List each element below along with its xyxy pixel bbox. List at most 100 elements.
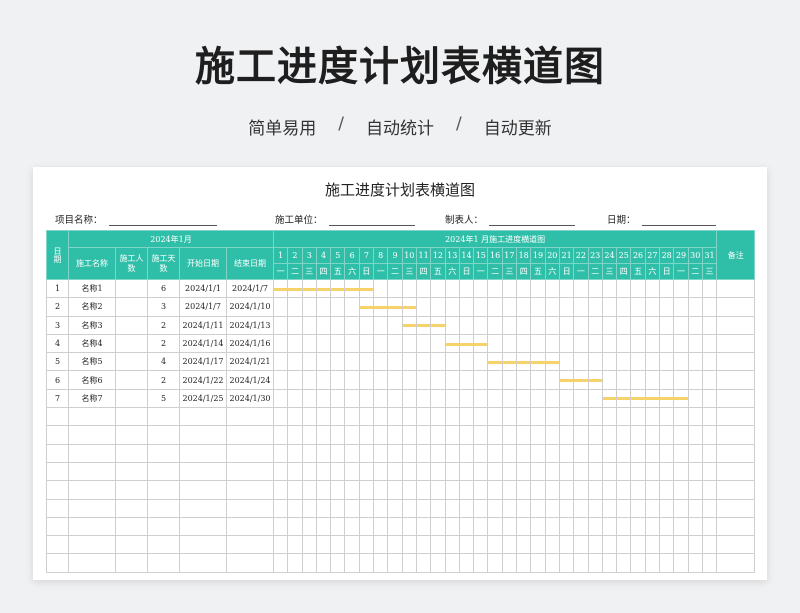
empty-cell[interactable] [430, 553, 446, 573]
remark-cell[interactable] [716, 315, 756, 335]
gantt-day-cell[interactable] [601, 333, 618, 354]
empty-cell[interactable] [616, 407, 632, 427]
empty-cell[interactable] [179, 535, 227, 555]
empty-cell[interactable] [673, 480, 689, 500]
empty-cell[interactable] [587, 516, 603, 537]
empty-cell[interactable] [179, 553, 227, 573]
empty-cell[interactable] [444, 480, 460, 500]
date-input[interactable] [641, 215, 716, 226]
gantt-day-cell[interactable] [401, 370, 417, 390]
empty-cell[interactable] [573, 516, 589, 537]
gantt-day-cell[interactable] [301, 333, 317, 354]
empty-cell[interactable] [544, 480, 560, 500]
gantt-day-cell[interactable] [315, 388, 332, 409]
gantt-day-cell[interactable] [444, 315, 460, 335]
empty-cell[interactable] [226, 425, 274, 445]
empty-cell[interactable] [344, 461, 360, 482]
empty-cell[interactable] [501, 407, 518, 427]
empty-cell[interactable] [430, 407, 446, 427]
empty-cell[interactable] [358, 516, 375, 537]
empty-cell[interactable] [330, 498, 346, 518]
empty-row[interactable] [46, 480, 756, 500]
empty-cell[interactable] [473, 480, 489, 500]
gantt-day-cell[interactable] [373, 315, 389, 335]
empty-cell[interactable] [487, 425, 503, 445]
empty-cell[interactable] [458, 480, 475, 500]
empty-cell[interactable] [68, 535, 116, 555]
gantt-day-cell[interactable] [487, 297, 503, 317]
gantt-day-cell[interactable] [687, 388, 703, 409]
project-name-field[interactable]: 项目名称： [55, 212, 217, 226]
empty-cell[interactable] [601, 553, 618, 573]
gantt-day-cell[interactable] [458, 370, 475, 390]
empty-cell[interactable] [487, 480, 503, 500]
workers-cell[interactable] [115, 352, 148, 372]
gantt-day-cell[interactable] [458, 278, 475, 299]
empty-cell[interactable] [473, 425, 489, 445]
empty-cell[interactable] [344, 443, 360, 463]
gantt-day-cell[interactable] [558, 278, 575, 299]
empty-cell[interactable] [330, 516, 346, 537]
empty-cell[interactable] [616, 535, 632, 555]
empty-cell[interactable] [401, 535, 417, 555]
gantt-day-cell[interactable] [272, 352, 289, 372]
gantt-day-cell[interactable] [430, 278, 446, 299]
gantt-day-cell[interactable] [330, 333, 346, 354]
gantt-day-cell[interactable] [673, 315, 689, 335]
empty-cell[interactable] [115, 535, 148, 555]
empty-row[interactable] [46, 407, 756, 427]
empty-cell[interactable] [287, 407, 303, 427]
empty-cell[interactable] [344, 535, 360, 555]
empty-cell[interactable] [315, 553, 332, 573]
empty-cell[interactable] [415, 516, 432, 537]
gantt-day-cell[interactable] [401, 297, 417, 317]
empty-cell[interactable] [644, 443, 661, 463]
gantt-day-cell[interactable] [487, 315, 503, 335]
gantt-day-cell[interactable] [501, 352, 518, 372]
empty-cell[interactable] [179, 425, 227, 445]
empty-cell[interactable] [716, 480, 756, 500]
empty-cell[interactable] [315, 535, 332, 555]
empty-cell[interactable] [487, 535, 503, 555]
gantt-day-cell[interactable] [358, 352, 375, 372]
row-number-cell[interactable]: 1 [46, 278, 69, 299]
empty-cell[interactable] [616, 425, 632, 445]
empty-cell[interactable] [301, 498, 317, 518]
gantt-day-cell[interactable] [701, 315, 718, 335]
gantt-day-cell[interactable] [272, 370, 289, 390]
empty-cell[interactable] [673, 425, 689, 445]
gantt-day-cell[interactable] [430, 315, 446, 335]
empty-cell[interactable] [387, 480, 403, 500]
empty-cell[interactable] [315, 480, 332, 500]
gantt-day-cell[interactable] [544, 278, 560, 299]
empty-cell[interactable] [430, 516, 446, 537]
empty-cell[interactable] [430, 425, 446, 445]
gantt-day-cell[interactable] [644, 278, 661, 299]
empty-cell[interactable] [46, 461, 69, 482]
remark-cell[interactable] [716, 333, 756, 354]
gantt-day-cell[interactable] [330, 315, 346, 335]
gantt-day-cell[interactable] [601, 352, 618, 372]
empty-cell[interactable] [558, 443, 575, 463]
empty-cell[interactable] [179, 498, 227, 518]
gantt-day-cell[interactable] [272, 278, 289, 299]
empty-cell[interactable] [516, 535, 532, 555]
maker-input[interactable] [489, 215, 576, 226]
empty-cell[interactable] [301, 535, 317, 555]
project-name-input[interactable] [108, 215, 217, 226]
gantt-day-cell[interactable] [587, 315, 603, 335]
empty-cell[interactable] [473, 461, 489, 482]
gantt-day-cell[interactable] [516, 352, 532, 372]
gantt-day-cell[interactable] [644, 333, 661, 354]
empty-cell[interactable] [344, 480, 360, 500]
gantt-day-cell[interactable] [530, 297, 546, 317]
gantt-day-cell[interactable] [287, 388, 303, 409]
gantt-day-cell[interactable] [644, 352, 661, 372]
empty-cell[interactable] [701, 407, 718, 427]
gantt-day-cell[interactable] [530, 388, 546, 409]
gantt-day-cell[interactable] [315, 352, 332, 372]
gantt-day-cell[interactable] [544, 388, 560, 409]
gantt-day-cell[interactable] [373, 352, 389, 372]
empty-row[interactable] [46, 425, 756, 445]
gantt-day-cell[interactable] [387, 352, 403, 372]
